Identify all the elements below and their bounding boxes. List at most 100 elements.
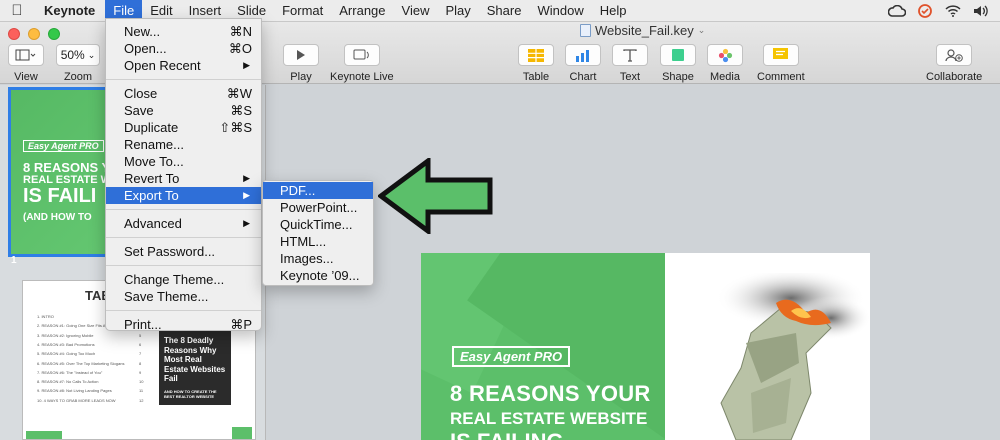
table-tool: Table — [518, 44, 554, 83]
slide-headline-1: 8 REASONS YOUR — [450, 381, 651, 406]
menu-item-open[interactable]: Open... ⌘O — [106, 40, 261, 57]
submenu-arrow-icon: ▶ — [243, 60, 250, 70]
toc-line: 8. REASON #7: No Calls To Action — [37, 379, 99, 385]
menu-item-revert-to[interactable]: Revert To ▶ — [106, 170, 261, 187]
zoom-select[interactable]: 50% ⌄ — [56, 44, 100, 66]
menu-item-label: Move To... — [124, 154, 184, 169]
menu-item-label: Print... — [124, 317, 162, 332]
apple-menu-icon[interactable]:  — [0, 2, 34, 19]
toc-line: 3. REASON #2: Ignoring Mobile — [37, 332, 94, 338]
toc-page-number: 6 — [139, 341, 142, 347]
menu-item-export-to[interactable]: Export To ▶ — [106, 187, 261, 204]
creative-cloud-icon[interactable] — [888, 3, 906, 19]
chart-button[interactable] — [565, 44, 601, 66]
todo-app-icon[interactable] — [916, 3, 934, 19]
slide-headline-2: REAL ESTATE WEBSITE — [450, 409, 648, 428]
menu-item-label: Open... — [124, 41, 167, 56]
toc-line: 10. 4 WAYS TO GRAB MORE LEADS NOW — [37, 397, 116, 403]
toc-line: 7. REASON #6: The "Instead of You" — [37, 369, 103, 375]
chart-label: Chart — [569, 71, 597, 83]
toc-line: 6. REASON #5: Over The Top Marketing Slo… — [37, 360, 125, 366]
menu-arrange[interactable]: Arrange — [331, 0, 393, 22]
menu-item-move-to[interactable]: Move To... — [106, 153, 261, 170]
play-label: Play — [290, 71, 312, 83]
menu-item-label: Revert To — [124, 171, 180, 186]
menu-item-advanced[interactable]: Advanced ▶ — [106, 215, 261, 232]
slide2-book-title: The 8 Deadly Reasons Why Most Real Estat… — [164, 336, 226, 384]
menu-help[interactable]: Help — [592, 0, 635, 22]
toc-page-number: 7 — [139, 351, 142, 357]
menu-item-print[interactable]: Print... ⌘P — [106, 316, 261, 333]
collaborate-button[interactable] — [936, 44, 973, 66]
shortcut: ⇧⌘S — [219, 120, 252, 135]
document-title-text: Website_Fail.key — [595, 23, 694, 38]
export-powerpoint[interactable]: PowerPoint... — [263, 199, 373, 216]
table-button[interactable] — [518, 44, 554, 66]
submenu-arrow-icon: ▶ — [243, 218, 250, 228]
menu-item-save-theme[interactable]: Save Theme... — [106, 288, 261, 305]
slide-canvas[interactable]: Easy Agent PRO 8 REASONS YOUR REAL ESTAT… — [421, 253, 870, 440]
keynote-live-button[interactable] — [343, 44, 380, 66]
document-title[interactable]: Website_Fail.key ⌄ — [580, 23, 705, 38]
play-button[interactable] — [283, 44, 319, 66]
slide2-footer-badge — [232, 427, 252, 439]
comment-label: Comment — [757, 71, 805, 83]
text-button[interactable] — [612, 44, 648, 66]
submenu-arrow-icon: ▶ — [243, 173, 250, 183]
menu-item-label: Rename... — [124, 137, 184, 152]
media-label: Media — [710, 71, 740, 83]
menu-item-label: Save — [124, 103, 154, 118]
toc-page-number: 12 — [139, 397, 144, 403]
zoom-value: 50% — [60, 48, 85, 62]
menu-play[interactable]: Play — [437, 0, 478, 22]
export-pdf[interactable]: PDF... — [263, 182, 373, 199]
menu-item-label: Duplicate — [124, 120, 179, 135]
view-button[interactable] — [8, 44, 44, 66]
zoom-window-button[interactable] — [48, 28, 60, 40]
toc-line: 1. INTRO — [37, 314, 54, 319]
menu-item-rename[interactable]: Rename... — [106, 136, 261, 153]
burning-money-image — [716, 273, 870, 440]
text-tool: Text — [612, 44, 648, 83]
photos-flower-icon — [718, 48, 732, 62]
toc-page-number: 10 — [139, 379, 144, 385]
volume-icon[interactable] — [972, 3, 990, 19]
export-images[interactable]: Images... — [263, 250, 373, 267]
zoom-label: Zoom — [63, 71, 93, 83]
wifi-icon[interactable] — [944, 3, 962, 19]
menu-item-close[interactable]: Close ⌘W — [106, 85, 261, 102]
menu-item-label: Save Theme... — [124, 289, 209, 304]
app-menu[interactable]: Keynote — [34, 0, 105, 22]
export-quicktime[interactable]: QuickTime... — [263, 216, 373, 233]
menu-item-duplicate[interactable]: Duplicate ⇧⌘S — [106, 119, 261, 136]
menu-item-open-recent[interactable]: Open Recent ▶ — [106, 57, 261, 74]
menu-item-label: Open Recent — [124, 58, 201, 73]
text-label: Text — [619, 71, 641, 83]
menu-item-set-password[interactable]: Set Password... — [106, 243, 261, 260]
menu-share[interactable]: Share — [479, 0, 530, 22]
menu-item-new[interactable]: New... ⌘N — [106, 23, 261, 40]
media-tool: Media — [707, 44, 743, 83]
shape-label: Shape — [662, 71, 694, 83]
menu-item-change-theme[interactable]: Change Theme... — [106, 271, 261, 288]
close-window-button[interactable] — [8, 28, 20, 40]
export-html[interactable]: HTML... — [263, 233, 373, 250]
export-keynote-09[interactable]: Keynote ’09... — [263, 267, 373, 284]
menu-window[interactable]: Window — [529, 0, 591, 22]
menu-view[interactable]: View — [394, 0, 438, 22]
shape-button[interactable] — [660, 44, 696, 66]
slide2-footer-logo — [26, 431, 62, 439]
keynote-file-icon — [580, 24, 591, 37]
minimize-window-button[interactable] — [28, 28, 40, 40]
slide-headline-3: IS FAILING — [450, 429, 564, 440]
menu-item-label: Change Theme... — [124, 272, 225, 287]
comment-button[interactable] — [762, 44, 799, 66]
menu-item-save[interactable]: Save ⌘S — [106, 102, 261, 119]
slide2-book-cover: The 8 Deadly Reasons Why Most Real Estat… — [159, 328, 231, 405]
toc-page-number: 11 — [139, 388, 144, 394]
menu-format[interactable]: Format — [274, 0, 331, 22]
shortcut: ⌘N — [229, 24, 252, 39]
menu-item-label: New... — [124, 24, 161, 39]
media-button[interactable] — [707, 44, 743, 66]
collaborate-label: Collaborate — [926, 71, 983, 83]
